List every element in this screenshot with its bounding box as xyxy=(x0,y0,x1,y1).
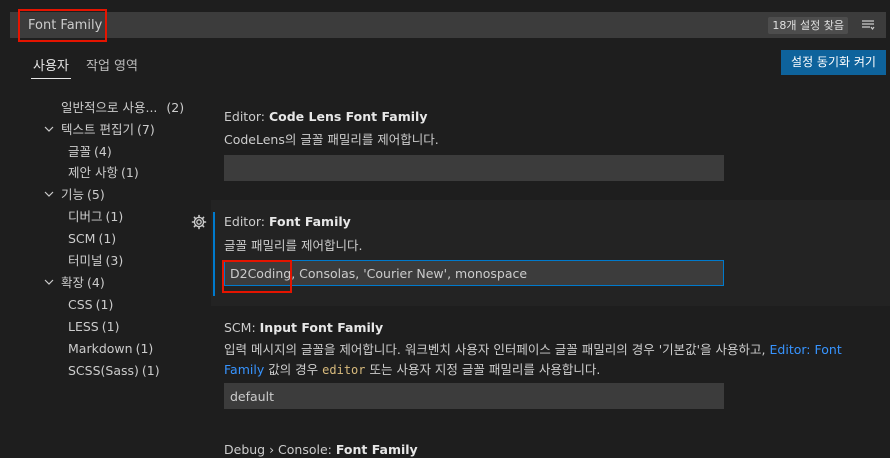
setting-title: SCM: Input Font Family xyxy=(224,320,383,335)
toc-item-count: (5) xyxy=(87,187,105,202)
chevron-down-icon[interactable] xyxy=(44,184,54,204)
toc-item-count: (1) xyxy=(95,297,114,312)
toc-item-label: Markdown xyxy=(68,341,133,356)
toc-item-label: 기능 xyxy=(61,187,85,202)
toc-item-extensions[interactable]: 확장 (4) xyxy=(61,273,105,293)
sync-settings-button[interactable]: 설정 동기화 켜기 xyxy=(781,50,886,75)
toc-item-text-editor[interactable]: 텍스트 편집기 (7) xyxy=(61,120,155,140)
setting-description: CodeLens의 글꼴 패밀리를 제어합니다. xyxy=(224,132,439,147)
toc-item-count: (1) xyxy=(120,165,139,180)
toc-item-label: 제안 사항 xyxy=(68,165,118,180)
setting-title: Editor: Font Family xyxy=(224,214,351,229)
toc-item-count: (3) xyxy=(105,253,124,268)
toc-item-label: 텍스트 편집기 xyxy=(61,122,134,137)
toc-item-label: 터미널 xyxy=(68,253,103,268)
toc-item-count: (1) xyxy=(141,363,160,378)
setting-category: Editor: xyxy=(224,109,269,124)
chevron-down-icon[interactable] xyxy=(44,272,54,292)
toc-item-debug[interactable]: 디버그 (1) xyxy=(68,207,123,227)
setting-category: Editor: xyxy=(224,214,269,229)
codelens-font-family-input[interactable] xyxy=(224,155,724,181)
setting-key: Font Family xyxy=(268,214,351,229)
filter-icon[interactable] xyxy=(860,17,876,33)
toc-item-label: SCSS(Sass) xyxy=(68,363,139,378)
toc-item-label: SCM xyxy=(68,231,96,246)
toc-item-scm[interactable]: SCM (1) xyxy=(68,229,116,249)
setting-key: Code Lens Font Family xyxy=(268,109,428,124)
toc-item-scss[interactable]: SCSS(Sass) (1) xyxy=(68,361,160,381)
setting-category: SCM: xyxy=(224,320,260,335)
toc-item-count: (1) xyxy=(101,319,120,334)
toc-item-label: 글꼴 xyxy=(68,144,92,159)
toc-item-common[interactable]: 일반적으로 사용... (2) xyxy=(61,98,184,118)
toc-item-label: CSS xyxy=(68,297,93,312)
setting-title: Editor: Code Lens Font Family xyxy=(224,109,427,124)
editor-link[interactable]: Editor: xyxy=(770,342,811,357)
gear-icon[interactable] xyxy=(191,214,207,230)
toc-item-label: LESS xyxy=(68,319,99,334)
description-text: 입력 메시지의 글꼴을 제어합니다. 워크벤치 사용자 인터페이스 글꼴 패밀리… xyxy=(224,342,770,357)
setting-title: Debug › Console: Font Family xyxy=(224,442,418,457)
toc-item-terminal[interactable]: 터미널 (3) xyxy=(68,251,123,271)
setting-codelens-font-family: Editor: Code Lens Font Family CodeLens의 … xyxy=(211,100,890,196)
tab-user[interactable]: 사용자 xyxy=(31,55,71,79)
chevron-down-icon[interactable] xyxy=(44,119,54,139)
setting-scm-input-font-family: SCM: Input Font Family 입력 메시지의 글꼴을 제어합니다… xyxy=(211,312,890,422)
toc-item-count: (1) xyxy=(105,209,124,224)
setting-key: Input Font Family xyxy=(259,320,384,335)
description-text: 또는 사용자 지정 글꼴 패밀리를 사용합니다. xyxy=(365,362,601,377)
toc-item-less[interactable]: LESS (1) xyxy=(68,317,119,337)
setting-description: 입력 메시지의 글꼴을 제어합니다. 워크벤치 사용자 인터페이스 글꼴 패밀리… xyxy=(224,340,869,380)
setting-key: Font Family xyxy=(335,442,418,457)
toc-item-suggestions[interactable]: 제안 사항 (1) xyxy=(68,163,139,183)
setting-description: 글꼴 패밀리를 제어합니다. xyxy=(224,238,363,253)
toc-item-font[interactable]: 글꼴 (4) xyxy=(68,142,112,162)
toc-item-label: 확장 xyxy=(61,275,85,290)
setting-editor-font-family: Editor: Font Family 글꼴 패밀리를 제어합니다. xyxy=(211,200,890,306)
description-code: editor xyxy=(322,363,366,377)
focus-indicator xyxy=(213,212,215,296)
toc-item-count: (2) xyxy=(166,100,185,115)
toc-item-count: (7) xyxy=(136,122,155,137)
toc-item-markdown[interactable]: Markdown (1) xyxy=(68,339,153,359)
result-count-badge: 18개 설정 찾음 xyxy=(768,17,848,34)
toc-item-css[interactable]: CSS (1) xyxy=(68,295,113,315)
toc-item-count: (1) xyxy=(135,341,154,356)
toc-item-label: 디버그 xyxy=(68,209,103,224)
toc-item-count: (1) xyxy=(98,231,117,246)
description-text: 값의 경우 xyxy=(264,362,323,377)
setting-category: Debug › Console: xyxy=(224,442,336,457)
editor-font-family-input[interactable] xyxy=(224,260,724,286)
toc-item-count: (4) xyxy=(87,275,105,290)
tab-workspace[interactable]: 작업 영역 xyxy=(86,55,138,79)
scm-input-font-family-input[interactable] xyxy=(224,383,724,409)
settings-search-bar: 18개 설정 찾음 xyxy=(10,12,886,38)
toc-item-features[interactable]: 기능 (5) xyxy=(61,185,105,205)
toc-item-label: 일반적으로 사용... xyxy=(61,100,158,115)
settings-search-input[interactable] xyxy=(10,12,750,38)
setting-debug-console-font-family: Debug › Console: Font Family xyxy=(211,432,890,458)
toc-item-count: (4) xyxy=(94,144,112,159)
